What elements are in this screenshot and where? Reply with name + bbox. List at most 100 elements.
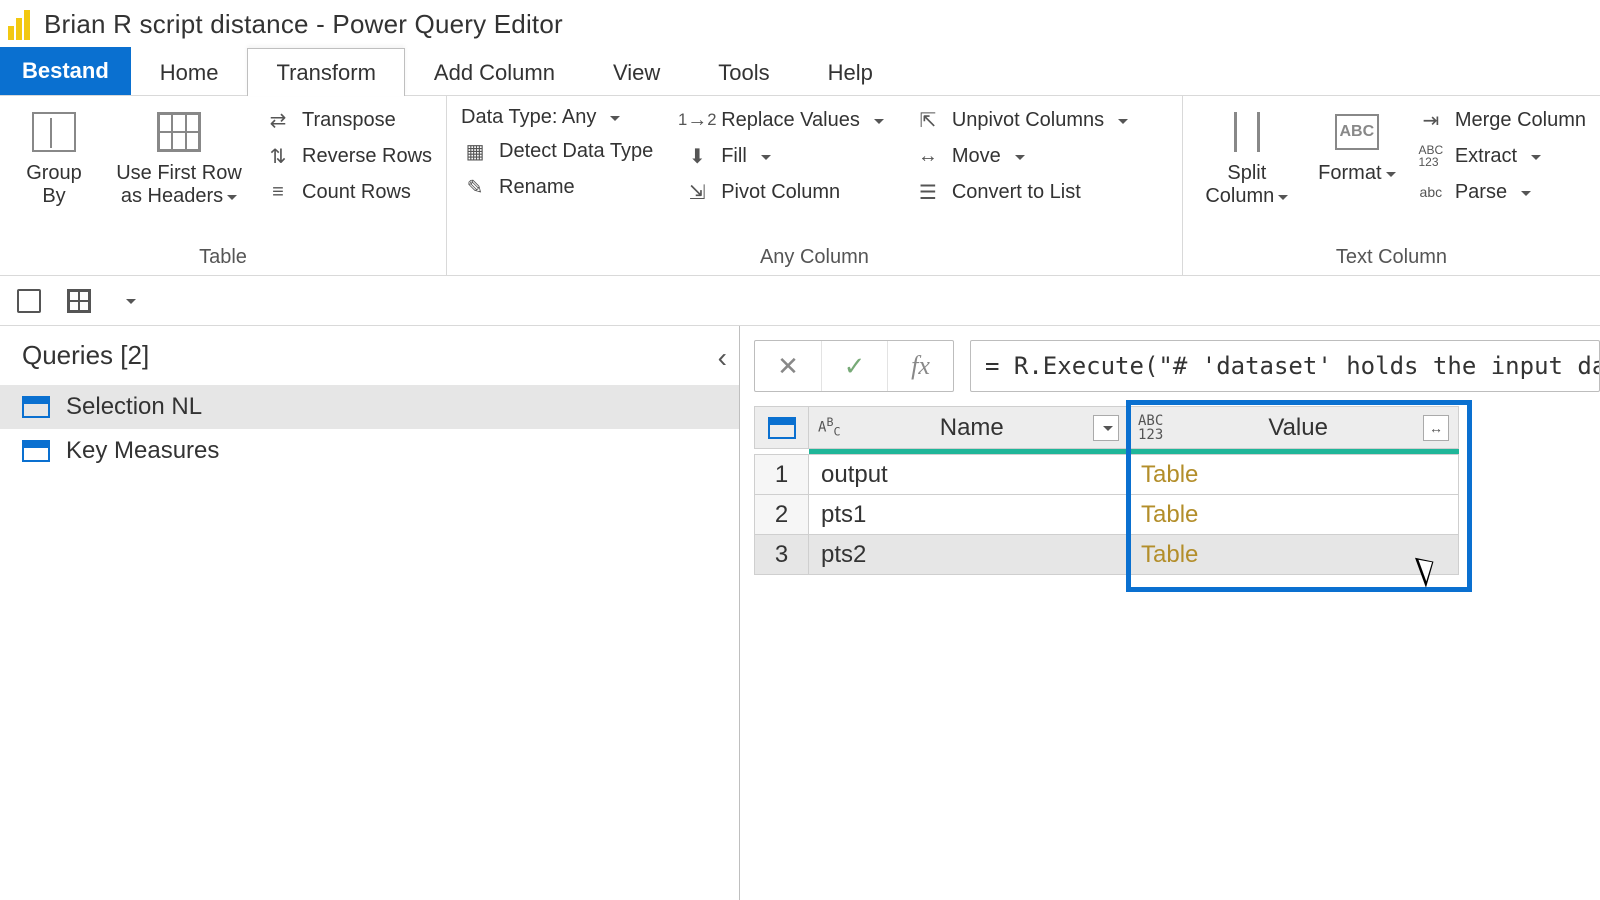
unpivot-icon: ⇱ [914,106,942,134]
formula-bar: ✕ ✓ fx = R.Execute("# 'dataset' holds th… [754,340,1600,392]
move-button[interactable]: ↔ Move [914,142,1128,170]
chevron-down-icon [606,106,620,129]
replace-values-button[interactable]: 1→2 Replace Values [683,106,884,134]
cancel-formula-button[interactable]: ✕ [755,341,821,391]
rename-icon: ✎ [461,173,489,201]
convert-to-list-button[interactable]: ☰ Convert to List [914,178,1128,206]
ribbon: Group By Use First Row as Headers ⇄ Tran… [0,96,1600,276]
select-all-corner[interactable] [755,407,809,449]
table-row[interactable]: 1 output Table [755,455,1459,495]
ribbon-group-label: Table [14,242,432,273]
save-button[interactable] [14,286,44,316]
table-icon [22,440,50,462]
column-header-value[interactable]: ABC 123 Value ↔ [1129,407,1459,449]
table-row[interactable]: 3 pts2 Table [755,535,1459,575]
pivot-icon: ⇲ [683,178,711,206]
detect-data-type-button[interactable]: ▦ Detect Data Type [461,137,653,165]
quick-access-toolbar [0,276,1600,326]
fill-button[interactable]: ⬇ Fill [683,142,884,170]
chevron-down-icon [1517,181,1531,204]
format-button[interactable]: ABC Format [1307,102,1407,185]
rename-button[interactable]: ✎ Rename [461,173,653,201]
queries-header: Queries [2] [0,326,739,385]
format-icon: ABC [1335,114,1379,150]
query-item-label: Selection NL [66,393,202,421]
grid-view-button[interactable] [64,286,94,316]
app-icon [8,8,34,40]
unpivot-columns-button[interactable]: ⇱ Unpivot Columns [914,106,1128,134]
table-icon [22,396,50,418]
qat-more-button[interactable] [114,286,144,316]
tab-transform[interactable]: Transform [247,48,404,96]
menu-bar: Bestand Home Transform Add Column View T… [0,48,1600,96]
ribbon-group-text-column: Split Column ABC Format ⇥ Merge Column A… [1183,96,1600,275]
ribbon-group-label: Text Column [1197,242,1586,273]
content-pane: ✕ ✓ fx = R.Execute("# 'dataset' holds th… [740,326,1600,900]
tab-add-column[interactable]: Add Column [405,48,584,96]
query-item-label: Key Measures [66,437,219,465]
table-icon [768,417,796,439]
headers-icon [157,112,201,152]
group-by-button[interactable]: Group By [14,102,94,208]
title-bar: Brian R script distance - Power Query Ed… [0,0,1600,48]
merge-columns-button[interactable]: ⇥ Merge Column [1417,106,1586,134]
queries-pane: Queries [2] ‹ Selection NL Key Measures [0,326,740,900]
window-title: Brian R script distance - Power Query Ed… [44,9,563,40]
save-icon [17,289,41,313]
tab-tools[interactable]: Tools [689,48,798,96]
transpose-icon: ⇄ [264,106,292,134]
merge-icon: ⇥ [1417,106,1445,134]
ribbon-group-any-column: Data Type: Any ▦ Detect Data Type ✎ Rena… [447,96,1183,275]
split-column-button[interactable]: Split Column [1197,102,1297,208]
ribbon-group-table: Group By Use First Row as Headers ⇄ Tran… [0,96,447,275]
tab-help[interactable]: Help [799,48,902,96]
replace-icon: 1→2 [683,106,711,134]
formula-input[interactable]: = R.Execute("# 'dataset' holds the input… [970,340,1600,392]
commit-formula-button[interactable]: ✓ [821,341,887,391]
count-rows-button[interactable]: ≡ Count Rows [264,178,432,206]
tab-view[interactable]: View [584,48,689,96]
chevron-down-icon [1114,109,1128,132]
table-value-link[interactable]: Table [1129,455,1459,495]
tab-home[interactable]: Home [131,48,248,96]
transpose-button[interactable]: ⇄ Transpose [264,106,432,134]
main-area: Queries [2] ‹ Selection NL Key Measures … [0,326,1600,900]
pivot-column-button[interactable]: ⇲ Pivot Column [683,178,884,206]
query-item-selection-nl[interactable]: Selection NL [0,385,739,429]
extract-button[interactable]: ABC123 Extract [1417,142,1586,170]
table-value-link[interactable]: Table [1129,535,1459,575]
column-filter-button[interactable] [1093,415,1119,441]
chevron-down-icon [757,145,771,168]
reverse-icon: ⇅ [264,142,292,170]
fx-button[interactable]: fx [887,341,953,391]
move-icon: ↔ [914,142,942,170]
parse-button[interactable]: abc Parse [1417,178,1586,206]
detect-icon: ▦ [461,137,489,165]
expand-column-button[interactable]: ↔ [1423,415,1449,441]
chevron-down-icon [1382,162,1396,184]
chevron-down-icon [1011,145,1025,168]
data-type-button[interactable]: Data Type: Any [461,106,653,129]
reverse-rows-button[interactable]: ⇅ Reverse Rows [264,142,432,170]
list-icon: ☰ [914,178,942,206]
chevron-down-icon [870,109,884,132]
count-icon: ≡ [264,178,292,206]
chevron-down-icon [1274,185,1288,207]
collapse-pane-button[interactable]: ‹ [718,342,727,374]
use-first-row-button[interactable]: Use First Row as Headers [104,102,254,208]
type-any-icon: ABC 123 [1138,414,1163,442]
file-tab[interactable]: Bestand [0,47,131,95]
chevron-down-icon [1527,145,1541,168]
table-row[interactable]: 2 pts1 Table [755,495,1459,535]
split-icon [1234,112,1260,152]
fill-icon: ⬇ [683,142,711,170]
ribbon-group-label: Any Column [461,242,1168,273]
grid-icon [67,289,91,313]
group-by-icon [32,112,76,152]
parse-icon: abc [1417,178,1445,206]
query-item-key-measures[interactable]: Key Measures [0,429,739,473]
table-value-link[interactable]: Table [1129,495,1459,535]
data-grid: ABC Name ABC 123 Value ↔ [754,406,1600,575]
column-header-name[interactable]: ABC Name [809,407,1129,449]
type-text-icon: ABC [818,417,841,438]
